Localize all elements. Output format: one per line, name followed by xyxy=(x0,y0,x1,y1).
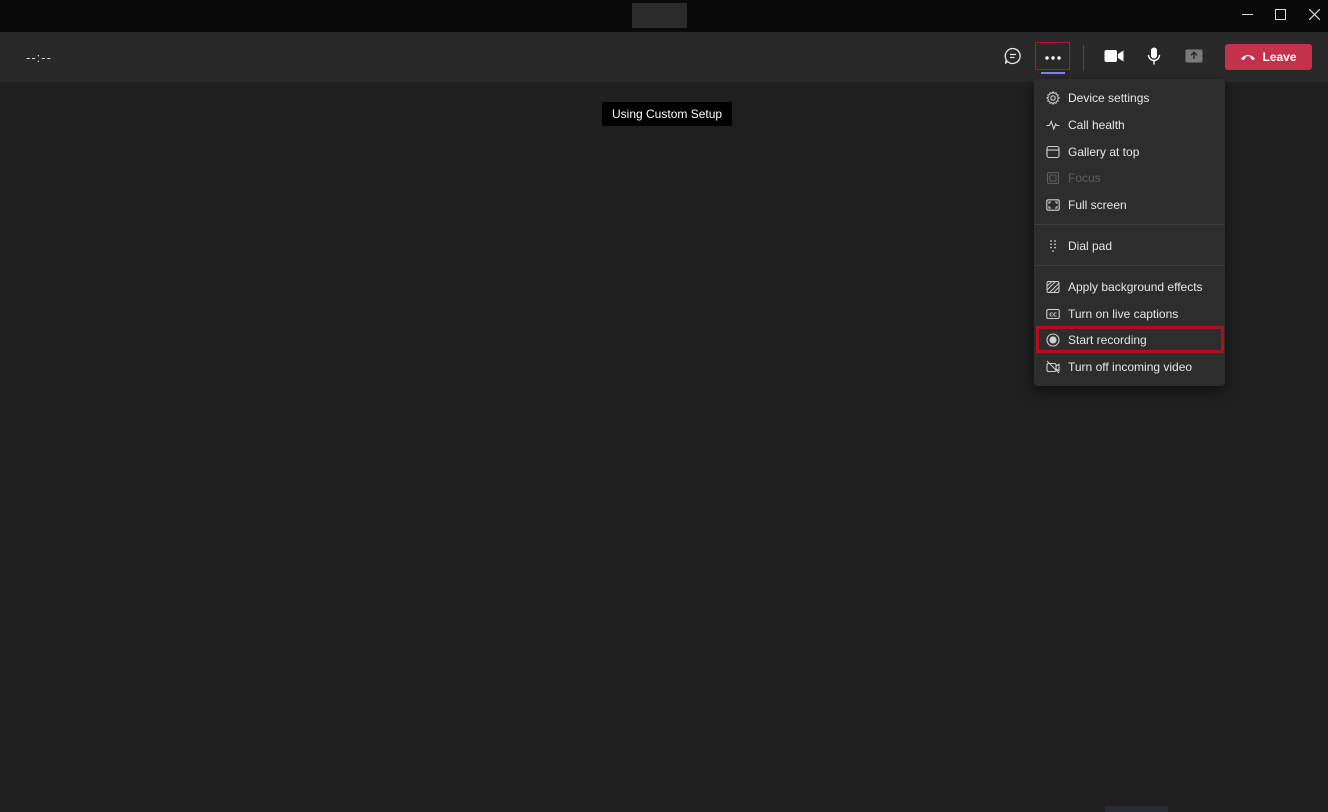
record-icon xyxy=(1046,333,1060,347)
menu-item-label: Focus xyxy=(1068,171,1101,185)
close-icon xyxy=(1308,7,1320,25)
background-effects-icon xyxy=(1046,280,1060,294)
share-screen-button[interactable] xyxy=(1177,44,1211,72)
more-options-menu: Device settings Call health Gallery at t… xyxy=(1034,79,1225,386)
menu-item-label: Apply background effects xyxy=(1068,280,1203,294)
menu-item-label: Turn off incoming video xyxy=(1068,360,1193,374)
call-control-bar: --:-- Leave xyxy=(0,32,1328,82)
camera-button[interactable] xyxy=(1097,44,1131,72)
microphone-icon xyxy=(1147,47,1161,70)
maximize-icon xyxy=(1274,7,1286,25)
chat-button[interactable] xyxy=(996,44,1030,72)
close-window-button[interactable] xyxy=(1297,0,1328,32)
menu-item-dial-pad[interactable]: Dial pad xyxy=(1034,234,1225,258)
menu-item-label: Turn on live captions xyxy=(1068,307,1179,321)
toolbar-divider xyxy=(1083,45,1084,71)
camera-icon xyxy=(1104,49,1124,68)
menu-item-label: Full screen xyxy=(1068,198,1127,212)
dialpad-icon xyxy=(1046,239,1060,253)
maximize-button[interactable] xyxy=(1263,0,1297,32)
gallery-icon xyxy=(1046,145,1060,159)
captions-icon: CC xyxy=(1046,307,1060,321)
fullscreen-icon xyxy=(1046,198,1060,212)
svg-text:CC: CC xyxy=(1049,312,1057,318)
share-screen-icon xyxy=(1185,49,1203,68)
call-timer: --:-- xyxy=(26,50,52,65)
menu-item-full-screen[interactable]: Full screen xyxy=(1034,193,1225,217)
leave-button[interactable]: Leave xyxy=(1225,44,1312,70)
pulse-icon xyxy=(1046,118,1060,132)
focus-icon xyxy=(1046,171,1060,185)
video-off-icon xyxy=(1046,360,1060,374)
menu-item-label: Device settings xyxy=(1068,91,1150,105)
menu-item-label: Start recording xyxy=(1068,333,1147,347)
menu-item-gallery-at-top[interactable]: Gallery at top xyxy=(1034,140,1225,164)
menu-item-label: Gallery at top xyxy=(1068,145,1140,159)
menu-item-focus: Focus xyxy=(1034,166,1225,190)
taskbar-fragment xyxy=(1105,806,1168,812)
hang-up-icon xyxy=(1240,50,1256,64)
menu-separator xyxy=(1034,224,1225,225)
more-options-button[interactable] xyxy=(1035,42,1070,70)
custom-setup-tooltip: Using Custom Setup xyxy=(602,102,733,126)
menu-item-background-effects[interactable]: Apply background effects xyxy=(1034,275,1225,299)
microphone-button[interactable] xyxy=(1137,44,1171,72)
window-title-redacted xyxy=(632,3,687,28)
minimize-icon xyxy=(1241,7,1253,25)
menu-item-call-health[interactable]: Call health xyxy=(1034,113,1225,137)
more-options-icon xyxy=(1044,47,1061,65)
menu-separator xyxy=(1034,265,1225,266)
menu-item-label: Call health xyxy=(1068,118,1125,132)
menu-item-start-recording[interactable]: Start recording xyxy=(1034,328,1225,352)
active-indicator xyxy=(1041,72,1065,74)
menu-item-device-settings[interactable]: Device settings xyxy=(1034,86,1225,110)
minimize-button[interactable] xyxy=(1230,0,1264,32)
menu-item-live-captions[interactable]: CC Turn on live captions xyxy=(1034,302,1225,326)
title-bar xyxy=(0,0,1328,32)
gear-icon xyxy=(1046,91,1060,105)
menu-item-turn-off-incoming-video[interactable]: Turn off incoming video xyxy=(1034,355,1225,379)
menu-item-label: Dial pad xyxy=(1068,239,1113,253)
chat-icon xyxy=(1004,47,1022,70)
leave-label: Leave xyxy=(1262,50,1297,64)
